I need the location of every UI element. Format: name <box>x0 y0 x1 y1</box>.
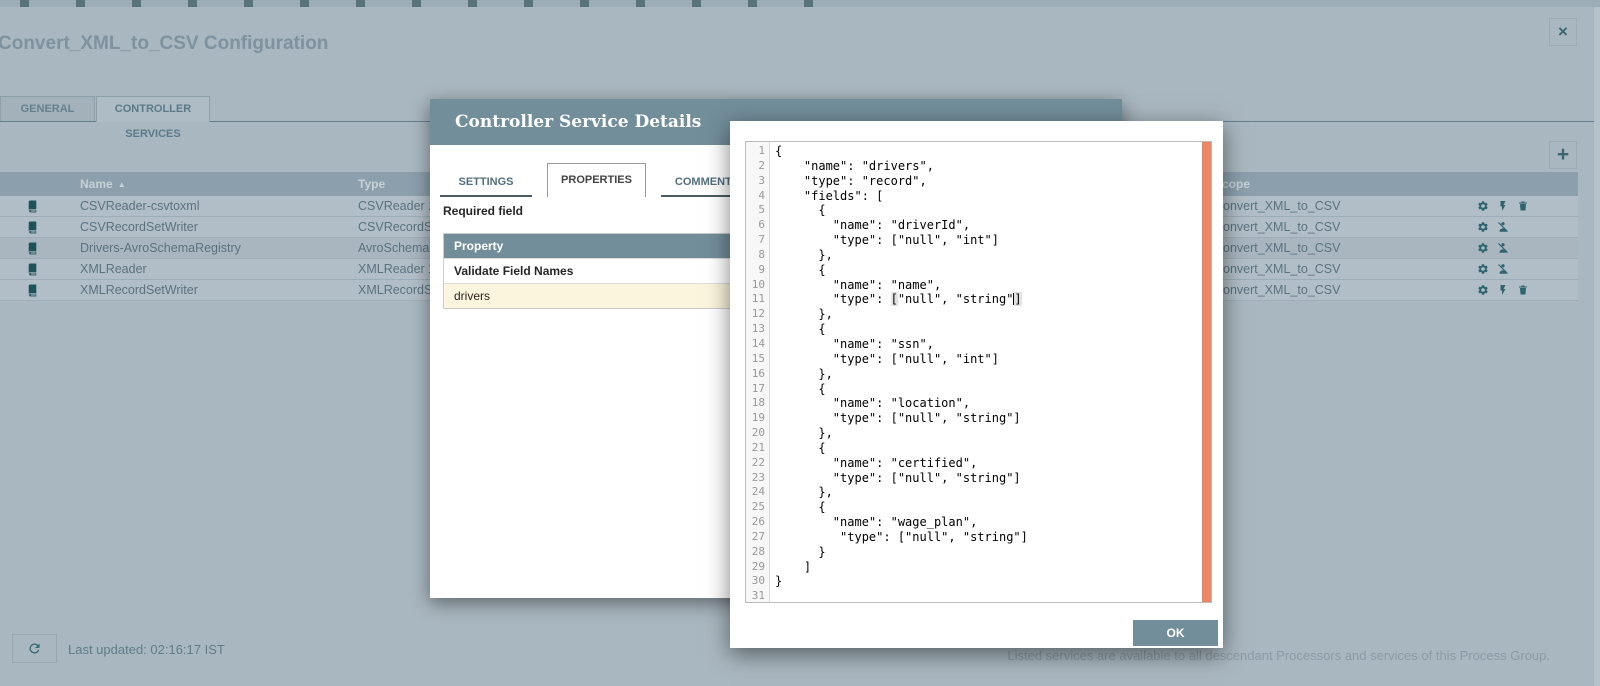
book-icon <box>0 221 60 234</box>
tab-properties[interactable]: PROPERTIES <box>547 163 646 197</box>
row-actions <box>1474 221 1578 233</box>
sort-asc-icon: ▲ <box>118 180 126 189</box>
cell-name: XMLRecordSetWriter <box>60 283 338 297</box>
book-icon <box>0 263 60 276</box>
delete-icon[interactable] <box>1517 284 1529 296</box>
row-actions <box>1474 263 1578 275</box>
cell-name: CSVReader-csvtoxml <box>60 199 338 213</box>
dialog-title: Controller Service Details <box>455 112 701 132</box>
close-icon[interactable]: × <box>1549 18 1577 46</box>
tab-settings[interactable]: SETTINGS <box>440 167 532 197</box>
page-scrollbar[interactable] <box>1594 7 1600 686</box>
disable-icon[interactable] <box>1497 263 1509 275</box>
configure-icon[interactable] <box>1477 200 1489 212</box>
value-editor-popup: 1234567891011121314151617181920212223242… <box>730 121 1223 648</box>
cell-scope: Convert_XML_to_CSV <box>1212 220 1474 234</box>
disable-icon[interactable] <box>1497 221 1509 233</box>
disable-icon[interactable] <box>1497 242 1509 254</box>
configure-icon[interactable] <box>1477 242 1489 254</box>
background-toolbar-strip <box>0 0 1600 7</box>
header-scope[interactable]: Scope <box>1212 177 1474 191</box>
add-service-button[interactable]: + <box>1549 141 1577 169</box>
cell-scope: Convert_XML_to_CSV <box>1212 262 1474 276</box>
required-field-label: Required field <box>443 204 523 218</box>
cell-name: CSVRecordSetWriter <box>60 220 338 234</box>
row-actions <box>1474 242 1578 254</box>
editor-scrollbar[interactable] <box>1202 142 1211 602</box>
tab-controller-services[interactable]: CONTROLLER SERVICES <box>96 96 210 122</box>
cell-scope: Convert_XML_to_CSV <box>1212 241 1474 255</box>
last-updated-text: Last updated: 02:16:17 IST <box>68 642 225 657</box>
enable-icon[interactable] <box>1497 200 1509 212</box>
dialog-tabbar: SETTINGS PROPERTIES COMMENTS <box>440 163 768 197</box>
row-actions <box>1474 200 1578 212</box>
toolbar-icon-fragments <box>20 0 820 7</box>
cell-name: XMLReader <box>60 262 338 276</box>
book-icon <box>0 200 60 213</box>
row-actions <box>1474 284 1578 296</box>
book-icon <box>0 284 60 297</box>
header-name[interactable]: Name▲ <box>60 177 338 191</box>
cell-scope: Convert_XML_to_CSV <box>1212 283 1474 297</box>
book-icon <box>0 242 60 255</box>
refresh-button[interactable] <box>12 634 57 663</box>
json-code-editor[interactable]: 1234567891011121314151617181920212223242… <box>745 141 1212 603</box>
delete-icon[interactable] <box>1517 200 1529 212</box>
enable-icon[interactable] <box>1497 284 1509 296</box>
configure-icon[interactable] <box>1477 263 1489 275</box>
gutter: 1234567891011121314151617181920212223242… <box>746 142 770 602</box>
tab-general[interactable]: GENERAL <box>0 96 95 121</box>
cell-scope: Convert_XML_to_CSV <box>1212 199 1474 213</box>
configure-icon[interactable] <box>1477 221 1489 233</box>
configure-icon[interactable] <box>1477 284 1489 296</box>
code-lines[interactable]: { "name": "drivers", "type": "record", "… <box>770 142 1211 602</box>
footer-info-text: Listed services are available to all des… <box>1007 648 1550 663</box>
page-title: Convert_XML_to_CSV Configuration <box>0 33 328 55</box>
cell-name: Drivers-AvroSchemaRegistry <box>60 241 338 255</box>
refresh-icon <box>27 641 42 656</box>
ok-button[interactable]: OK <box>1133 620 1218 646</box>
